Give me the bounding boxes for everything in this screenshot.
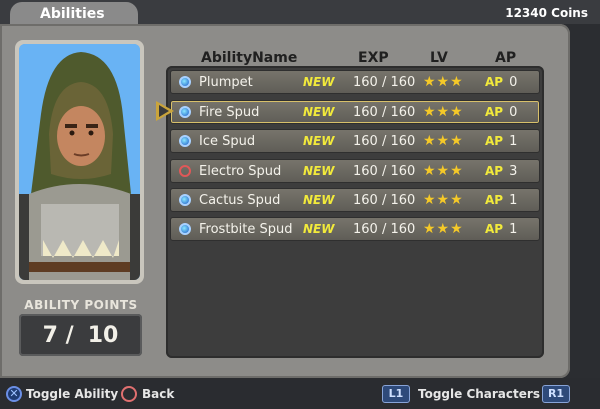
level-stars: ★★★	[423, 192, 464, 208]
x-button-icon[interactable]: ✕	[6, 386, 22, 402]
ability-exp: 160 / 160	[353, 221, 416, 237]
hooded-character-image	[19, 44, 140, 280]
new-badge: NEW	[303, 193, 335, 207]
ability-exp: 160 / 160	[353, 104, 416, 120]
ability-name: Cactus Spud	[199, 192, 281, 208]
l1-button[interactable]: L1	[382, 385, 410, 403]
ap-cost: 3	[509, 163, 518, 179]
col-header-exp: EXP	[358, 50, 389, 66]
ability-row[interactable]: Ice Spud NEW 160 / 160 ★★★ AP 1	[170, 129, 540, 153]
new-badge: NEW	[303, 75, 335, 89]
blue-orb-icon	[179, 106, 191, 118]
level-stars: ★★★	[423, 221, 464, 237]
new-badge: NEW	[303, 134, 335, 148]
character-portrait	[19, 44, 140, 280]
col-header-name: AbilityName	[201, 50, 298, 66]
coins-counter: 12340 Coins	[505, 6, 588, 20]
circle-button-icon[interactable]	[121, 386, 137, 402]
toggle-ability-label: Toggle Ability	[26, 387, 119, 401]
ability-name: Plumpet	[199, 74, 253, 90]
ability-exp: 160 / 160	[353, 133, 416, 149]
ability-row[interactable]: Electro Spud NEW 160 / 160 ★★★ AP 3	[170, 159, 540, 183]
ability-exp: 160 / 160	[353, 74, 416, 90]
ability-points-box: 7 / 10	[19, 314, 142, 356]
ability-row-selected[interactable]: Fire Spud NEW 160 / 160 ★★★ AP 0	[170, 100, 540, 124]
ability-exp: 160 / 160	[353, 192, 416, 208]
ability-points-current: 7 /	[42, 322, 74, 348]
arrow-cursor-icon	[156, 101, 174, 121]
ability-row[interactable]: Plumpet NEW 160 / 160 ★★★ AP 0	[170, 70, 540, 94]
tab-abilities[interactable]: Abilities	[10, 2, 138, 26]
new-badge: NEW	[303, 222, 335, 236]
character-portrait-frame	[15, 40, 144, 284]
ability-name: Fire Spud	[199, 104, 260, 120]
ability-points-max: 10	[87, 322, 119, 348]
level-stars: ★★★	[423, 74, 464, 90]
new-badge: NEW	[303, 105, 335, 119]
footer-controls: ✕ Toggle Ability Back L1 Toggle Characte…	[0, 378, 600, 409]
blue-orb-icon	[179, 76, 191, 88]
ap-label: AP	[485, 134, 504, 148]
ap-label: AP	[485, 164, 504, 178]
ap-cost: 0	[509, 104, 518, 120]
ap-cost: 1	[509, 133, 518, 149]
ap-cost: 0	[509, 74, 518, 90]
ability-name: Ice Spud	[199, 133, 256, 149]
ap-label: AP	[485, 105, 504, 119]
red-ring-icon	[179, 165, 191, 177]
toggle-characters-label: Toggle Characters	[418, 387, 540, 401]
ability-row[interactable]: Cactus Spud NEW 160 / 160 ★★★ AP 1	[170, 188, 540, 212]
r1-button[interactable]: R1	[542, 385, 570, 403]
new-badge: NEW	[303, 164, 335, 178]
ap-label: AP	[485, 75, 504, 89]
ability-exp: 160 / 160	[353, 163, 416, 179]
ap-label: AP	[485, 222, 504, 236]
level-stars: ★★★	[423, 133, 464, 149]
col-header-ap: AP	[495, 50, 517, 66]
col-header-lv: LV	[430, 50, 448, 66]
level-stars: ★★★	[423, 163, 464, 179]
ability-name: Electro Spud	[199, 163, 282, 179]
ap-label: AP	[485, 193, 504, 207]
blue-orb-icon	[179, 135, 191, 147]
blue-orb-icon	[179, 194, 191, 206]
ability-row[interactable]: Frostbite Spud NEW 160 / 160 ★★★ AP 1	[170, 217, 540, 241]
back-label: Back	[142, 387, 175, 401]
blue-orb-icon	[179, 223, 191, 235]
ability-points-title: ABILITY POINTS	[24, 298, 138, 312]
ap-cost: 1	[509, 192, 518, 208]
ability-name: Frostbite Spud	[199, 221, 293, 237]
ap-cost: 1	[509, 221, 518, 237]
level-stars: ★★★	[423, 104, 464, 120]
